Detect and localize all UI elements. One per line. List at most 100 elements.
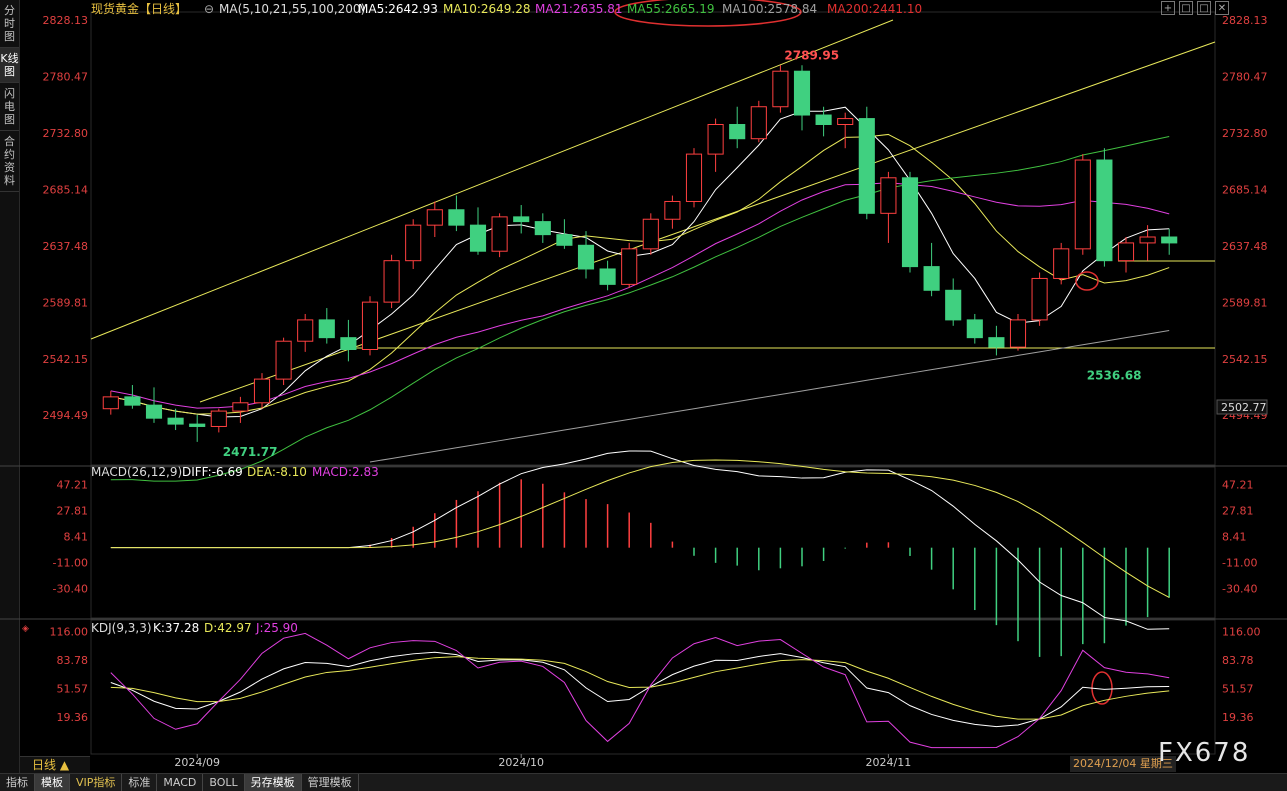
- price-tick-left: 2494.49: [43, 409, 89, 422]
- chart-grid: [0, 11, 1287, 755]
- ma-value-label-4: MA100:2578.84: [722, 2, 817, 16]
- candle-body: [880, 177, 897, 214]
- ma10-line: [110, 133, 1170, 415]
- candlestick-series: [102, 65, 1178, 442]
- add-window-button[interactable]: +: [1161, 1, 1175, 15]
- ma-value-label-2: MA21:2635.81: [535, 2, 623, 16]
- restore-button[interactable]: □: [1179, 1, 1193, 15]
- macd-tick-right: 8.41: [1222, 530, 1247, 543]
- trend-lines: [90, 19, 1216, 403]
- macd-dea-line: [110, 459, 1170, 598]
- macd-diff-value: DIFF:-6.69: [182, 465, 243, 479]
- macd-tick-left: 47.21: [57, 478, 89, 491]
- macd-tick-left: -11.00: [53, 556, 88, 569]
- price-tick-right: 2685.14: [1222, 183, 1268, 196]
- highlight-circle-low: [1075, 271, 1099, 291]
- candle-body: [772, 70, 789, 108]
- bottom-tab-6[interactable]: 另存模板: [244, 774, 302, 791]
- close-button[interactable]: ✕: [1215, 1, 1229, 15]
- candle-body: [750, 106, 767, 140]
- kdj-tick-right: 83.78: [1222, 654, 1254, 667]
- candle-body: [837, 118, 854, 126]
- bottom-tab-4[interactable]: MACD: [157, 774, 204, 791]
- candle-body: [793, 70, 811, 116]
- kdj-tick-right: 51.57: [1222, 682, 1254, 695]
- bottom-tab-5[interactable]: BOLL: [203, 774, 245, 791]
- kdj-tick-left: 83.78: [57, 654, 89, 667]
- kline-chart-area[interactable]: 2789.95 2536.68 2471.77 2828.13 2828.13 2780…: [0, 0, 1287, 773]
- candle-body: [1031, 277, 1048, 321]
- kdj-tick-right: 19.36: [1222, 711, 1254, 724]
- maximize-button[interactable]: □: [1197, 1, 1211, 15]
- candle-body: [469, 224, 487, 252]
- price-tick-right: 2732.80: [1222, 127, 1268, 140]
- window-controls: + □ □ ✕: [1161, 1, 1229, 15]
- candle-body: [448, 209, 465, 226]
- candle-body: [901, 177, 919, 268]
- candle-body: [189, 423, 206, 427]
- price-tick-right: 2828.13: [1222, 14, 1268, 27]
- candle-body: [491, 216, 508, 252]
- panel-frame: [90, 466, 1216, 619]
- period-selector-button[interactable]: 日线 ▲: [20, 756, 90, 773]
- candle-body: [426, 209, 443, 226]
- ma55-line: [110, 135, 1170, 482]
- symbol-title: 现货黄金【日线】: [91, 1, 187, 16]
- candle-body: [577, 244, 595, 270]
- ma5-line: [110, 106, 1170, 418]
- fx678-watermark: FX678: [1158, 738, 1251, 768]
- kdj-k-value: K:37.28: [153, 621, 199, 635]
- ma-value-label-5: MA200:2441.10: [827, 2, 922, 16]
- bottom-tab-3[interactable]: 标准: [122, 774, 158, 791]
- price-tick-right: 2637.48: [1222, 240, 1268, 253]
- current-price-label: 2502.77: [1221, 401, 1267, 414]
- macd-tick-right: -11.00: [1222, 556, 1257, 569]
- macd-tick-right: 47.21: [1222, 478, 1254, 491]
- price-annotation-high: 2789.95: [784, 48, 839, 62]
- bottom-toolbar: 指标 模板 VIP指标 标准 MACD BOLL 另存模板 管理模板: [0, 773, 1287, 791]
- ma-value-label-3: MA55:2665.19: [627, 2, 715, 16]
- candle-body: [966, 319, 983, 339]
- candle-body: [988, 337, 1005, 348]
- price-tick-left: 2685.14: [43, 183, 89, 196]
- candle-body: [275, 340, 292, 380]
- candle-body: [621, 248, 638, 285]
- candle-body: [513, 216, 530, 223]
- candle-body: [858, 118, 875, 214]
- kdj-panel: [110, 632, 1170, 749]
- price-annotations: 2789.95 2536.68 2471.77: [223, 0, 1142, 705]
- price-annotation-low_nov: 2536.68: [1087, 368, 1142, 382]
- bottom-tab-0[interactable]: 指标: [0, 774, 35, 791]
- kdj-d-line: [110, 656, 1170, 720]
- ma100-line: [369, 330, 1170, 463]
- candle-body: [1074, 159, 1091, 250]
- price-tick-left: 2828.13: [43, 14, 89, 27]
- macd-tick-right: -30.40: [1222, 582, 1257, 595]
- bottom-tab-7[interactable]: 管理模板: [302, 774, 359, 791]
- price-tick-left: 2780.47: [43, 71, 89, 84]
- ma-value-label-0: MA5:2642.93: [358, 2, 438, 16]
- macd-tick-left: -30.40: [53, 582, 88, 595]
- price-tick-right: 2589.81: [1222, 296, 1268, 309]
- kdj-tick-left: 116.00: [50, 625, 89, 638]
- upper-channel-line: [90, 19, 894, 340]
- candle-body: [167, 417, 184, 425]
- candle-body: [534, 221, 551, 236]
- macd-tick-right: 27.81: [1222, 504, 1254, 517]
- bottom-tab-1[interactable]: 模板: [35, 774, 70, 791]
- bottom-tab-2[interactable]: VIP指标: [70, 774, 123, 791]
- candle-body: [232, 402, 249, 412]
- price-annotation-low_sep: 2471.77: [223, 445, 278, 459]
- candle-body: [599, 268, 616, 285]
- kdj-j-value: J:25.90: [255, 621, 298, 635]
- candle-body: [145, 404, 163, 419]
- candle-body: [210, 410, 227, 427]
- candle-body: [556, 234, 573, 246]
- candle-body: [102, 396, 119, 410]
- candle-body: [685, 153, 703, 202]
- candle-body: [405, 224, 422, 262]
- ma21-line: [110, 182, 1170, 409]
- price-tick-right: 2780.47: [1222, 71, 1268, 84]
- macd-tick-left: 8.41: [64, 530, 89, 543]
- moving-average-lines: [110, 106, 1170, 482]
